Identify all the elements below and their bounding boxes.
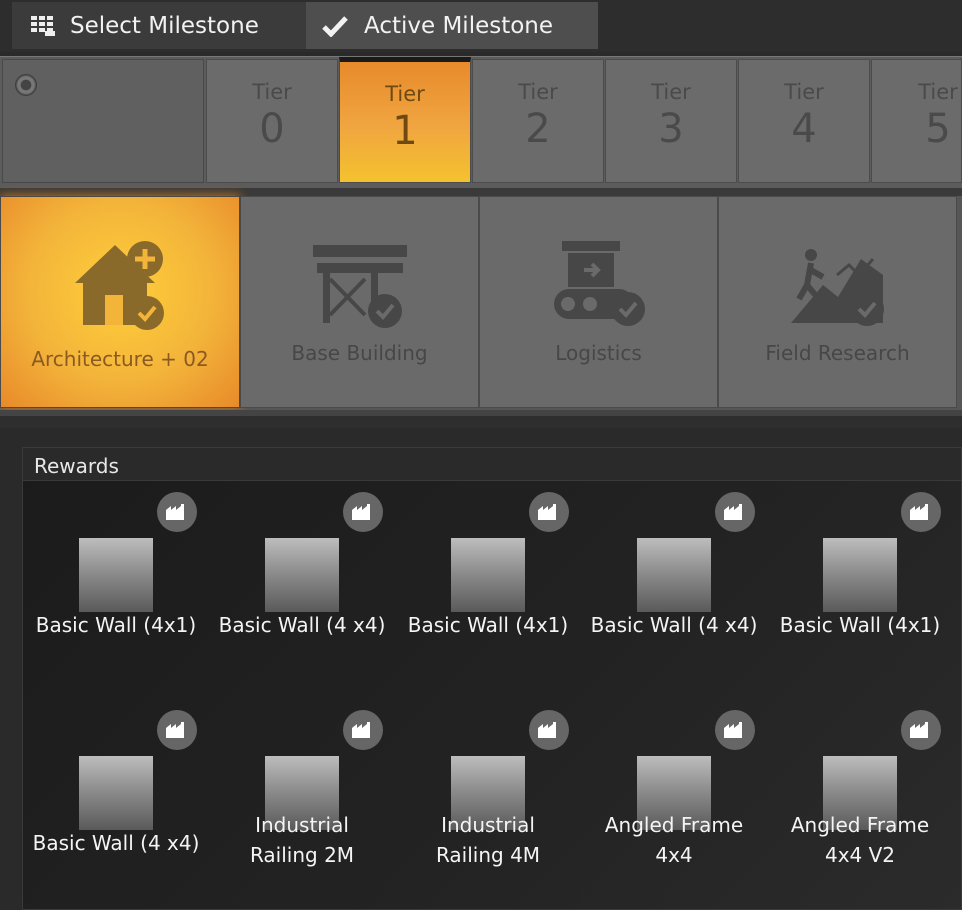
reward-item[interactable]: Angled Frame 4x4 [581,700,767,900]
reward-name: Basic Wall (4 x4) [32,831,200,855]
category-label: Field Research [765,341,910,365]
wall-thumbnail [79,538,153,612]
tab-select-milestone[interactable]: Select Milestone [12,2,306,49]
radio-dot-icon [15,74,37,96]
reward-item[interactable]: Basic Wall (4 x4) [209,482,395,682]
rewards-panel: Rewards Basic Wall (4x1) Basic Wall (4 x… [22,447,962,910]
factory-icon [901,710,941,750]
tier-2-button[interactable]: Tier 2 [472,59,604,183]
conveyor-icon [544,235,654,335]
reward-item[interactable]: Industrial Railing 4M [395,700,581,900]
rewards-title: Rewards [23,448,961,481]
tier-number: 3 [658,106,684,152]
reward-item[interactable]: Basic Wall (4x1) [23,482,209,682]
wall-thumbnail [451,538,525,612]
reward-item[interactable]: Basic Wall (4x1) [395,482,581,682]
reward-item[interactable]: Angled Frame 4x4 V2 [767,700,953,900]
tier-label: Tier [918,80,958,104]
tier-number: 5 [925,106,951,152]
reward-name: Industrial Railing 4M [435,813,541,867]
milestone-category-row: Architecture + 02 Base Building Logistic… [0,196,962,410]
tier-5-button[interactable]: Tier 5 [871,59,962,183]
top-tab-bar: Select Milestone Active Milestone [0,0,962,52]
reward-name: Industrial Railing 2M [249,813,355,867]
reward-name: Basic Wall (4x1) [779,613,941,637]
reward-item[interactable]: Basic Wall (4x1) [767,482,953,682]
reward-item[interactable]: Basic Wall (4 x4) [581,482,767,682]
tier-scroll-handle[interactable] [2,59,204,183]
tier-label: Tier [518,80,558,104]
divider [0,188,962,196]
wall-thumbnail [79,756,153,830]
category-label: Logistics [555,341,642,365]
tier-label: Tier [651,80,691,104]
reward-name: Basic Wall (4 x4) [218,613,386,637]
tab-active-milestone[interactable]: Active Milestone [306,2,598,49]
tier-number: 0 [259,106,285,152]
factory-icon [529,492,569,532]
factory-icon [157,710,197,750]
tier-label: Tier [385,82,425,106]
milestone-screen: Select Milestone Active Milestone Tier 0… [0,0,962,910]
factory-icon [901,492,941,532]
grid-icon [30,13,56,39]
wall-thumbnail [637,538,711,612]
reward-name: Angled Frame 4x4 V2 [790,813,930,867]
reward-item[interactable]: Industrial Railing 2M [209,700,395,900]
category-base-building[interactable]: Base Building [240,196,479,408]
factory-icon [529,710,569,750]
tier-label: Tier [784,80,824,104]
category-label: Base Building [291,341,428,365]
reward-item[interactable]: Basic Wall (4 x4) [23,700,209,900]
house-plus-icon [65,235,175,335]
tier-1-button[interactable]: Tier 1 [339,57,471,183]
wall-thumbnail [265,538,339,612]
tier-number: 4 [791,106,817,152]
tier-selector: Tier 0 Tier 1 Tier 2 Tier 3 Tier 4 Tier … [0,56,962,188]
tab-label: Select Milestone [70,12,259,39]
category-label: Architecture + 02 [31,347,209,371]
reward-name: Angled Frame 4x4 [604,813,744,867]
reward-name: Basic Wall (4x1) [407,613,569,637]
tier-label: Tier [252,80,292,104]
category-logistics[interactable]: Logistics [479,196,718,408]
category-field-research[interactable]: Field Research [718,196,957,408]
tier-number: 2 [525,106,551,152]
factory-icon [715,492,755,532]
wall-thumbnail [823,538,897,612]
tier-0-button[interactable]: Tier 0 [206,59,338,183]
factory-icon [715,710,755,750]
tier-number: 1 [392,108,418,154]
divider [0,410,962,428]
reward-name: Basic Wall (4x1) [35,613,197,637]
tier-4-button[interactable]: Tier 4 [738,59,870,183]
factory-icon [343,710,383,750]
scaffold-icon [305,235,415,335]
mountain-climber-icon [783,235,893,335]
tier-3-button[interactable]: Tier 3 [605,59,737,183]
category-architecture[interactable]: Architecture + 02 [0,196,240,408]
check-icon [322,13,348,39]
factory-icon [157,492,197,532]
tab-label: Active Milestone [364,12,554,39]
reward-name: Basic Wall (4 x4) [590,613,758,637]
factory-icon [343,492,383,532]
